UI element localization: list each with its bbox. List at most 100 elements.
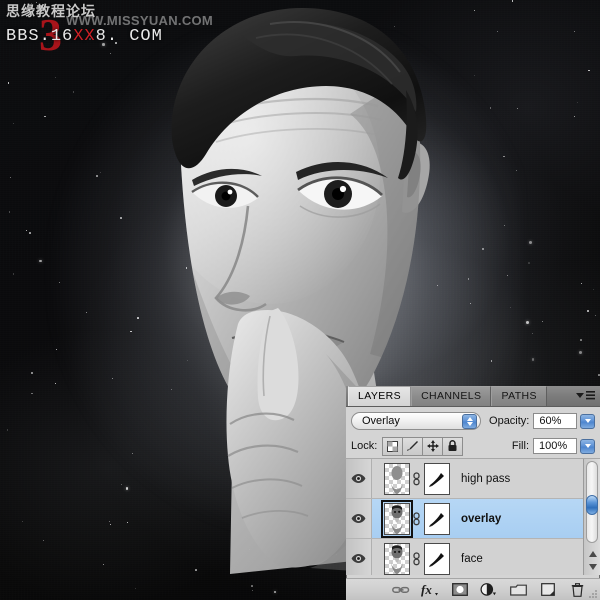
- tab-layers[interactable]: LAYERS: [348, 386, 412, 406]
- layer-thumbnail-face[interactable]: [384, 542, 410, 575]
- fill-input[interactable]: 100%: [533, 438, 577, 454]
- star: [595, 315, 597, 317]
- lock-transparent-pixels-icon[interactable]: [383, 437, 404, 455]
- star: [7, 429, 9, 431]
- star: [579, 350, 583, 354]
- star: [42, 539, 45, 541]
- star: [580, 282, 582, 284]
- new-fill-adjustment-layer-button[interactable]: [479, 581, 499, 599]
- layer-name-high-pass[interactable]: high pass: [461, 473, 510, 485]
- star: [587, 310, 590, 312]
- layer-style-button[interactable]: fx: [420, 581, 440, 599]
- link-layers-button[interactable]: [391, 581, 411, 599]
- lock-button-group: [382, 436, 464, 456]
- star: [497, 30, 498, 32]
- star: [531, 332, 534, 335]
- layer-visibility-toggle-high-pass[interactable]: [346, 459, 372, 498]
- star: [30, 372, 33, 375]
- star: [531, 358, 535, 361]
- panel-resize-grip[interactable]: [588, 589, 598, 599]
- layers-vertical-scrollbar[interactable]: [583, 459, 600, 575]
- layer-thumbnail-overlay[interactable]: [381, 499, 413, 538]
- photoshop-document-canvas: 思缘教程论坛 WWW.MISSYUAN.COM 3 BBS.16XX8. COM…: [0, 0, 600, 600]
- star: [542, 321, 544, 323]
- tab-paths[interactable]: PATHS: [491, 386, 547, 406]
- layer-mask-thumbnail-face[interactable]: [424, 542, 450, 575]
- star: [525, 320, 530, 324]
- panel-tab-bar: LAYERS CHANNELS PATHS: [346, 386, 600, 407]
- layer-mask-thumbnail-overlay[interactable]: [424, 502, 450, 535]
- layer-name-overlay[interactable]: overlay: [461, 513, 501, 525]
- star: [44, 115, 46, 118]
- layer-link-icon-high-pass[interactable]: [410, 471, 422, 486]
- tab-channels[interactable]: CHANNELS: [411, 386, 492, 406]
- fill-dropdown-button[interactable]: [580, 438, 595, 454]
- eye-icon: [351, 514, 366, 523]
- star: [135, 587, 137, 589]
- star: [31, 392, 33, 395]
- scroll-down-arrow-icon[interactable]: [587, 561, 598, 572]
- star: [25, 229, 28, 231]
- lock-position-icon[interactable]: [423, 437, 444, 455]
- star: [573, 116, 575, 118]
- layer-link-icon-face[interactable]: [410, 551, 422, 566]
- star: [511, 0, 514, 2]
- star: [9, 177, 11, 179]
- lock-image-pixels-icon[interactable]: [403, 437, 424, 455]
- star: [22, 521, 24, 523]
- blend-mode-stepper[interactable]: [462, 414, 478, 429]
- star: [592, 289, 594, 291]
- star: [580, 339, 582, 341]
- eye-icon: [351, 554, 366, 563]
- star: [529, 241, 532, 245]
- star: [577, 101, 579, 103]
- star: [36, 1, 38, 3]
- opacity-label: Opacity:: [489, 415, 530, 427]
- star: [598, 374, 600, 376]
- layers-panel: LAYERS CHANNELS PATHS Overlay Opacity: 6…: [346, 386, 600, 600]
- new-group-button[interactable]: [508, 581, 528, 599]
- layer-link-icon-overlay[interactable]: [410, 511, 422, 526]
- layers-list: high pass overlay face: [346, 459, 600, 575]
- layer-thumbnail-high-pass[interactable]: [384, 462, 410, 495]
- star: [587, 69, 590, 72]
- lock-all-icon[interactable]: [443, 437, 463, 455]
- table-row[interactable]: high pass: [346, 459, 600, 499]
- star: [103, 563, 105, 565]
- lock-fill-row: Lock: Fill: 100%: [346, 432, 600, 459]
- fill-control: Fill: 100%: [512, 438, 595, 454]
- star: [30, 2, 33, 5]
- star: [273, 590, 277, 594]
- star: [13, 122, 15, 124]
- delete-layer-button[interactable]: [567, 581, 587, 599]
- layer-visibility-toggle-face[interactable]: [346, 539, 372, 575]
- new-layer-button[interactable]: [538, 581, 558, 599]
- layer-name-face[interactable]: face: [461, 553, 483, 565]
- lock-label: Lock:: [351, 440, 378, 452]
- star: [39, 259, 43, 263]
- panel-menu-icon[interactable]: [574, 389, 596, 402]
- layer-mask-thumbnail-high-pass[interactable]: [424, 462, 450, 495]
- svg-text:fx: fx: [421, 583, 432, 597]
- fill-label: Fill:: [511, 440, 529, 452]
- eye-icon: [351, 474, 366, 483]
- blend-mode-select[interactable]: Overlay: [351, 412, 482, 430]
- add-layer-mask-button[interactable]: [450, 581, 470, 599]
- scrollbar-thumb[interactable]: [586, 495, 598, 515]
- blend-mode-value: Overlay: [362, 415, 400, 427]
- star: [528, 262, 530, 264]
- star: [573, 30, 575, 32]
- table-row[interactable]: overlay: [346, 499, 600, 539]
- scroll-up-arrow-icon[interactable]: [587, 548, 598, 559]
- star: [252, 590, 254, 591]
- layer-visibility-toggle-overlay[interactable]: [346, 499, 372, 538]
- layers-panel-footer: fx: [346, 578, 600, 600]
- star: [251, 585, 253, 587]
- table-row[interactable]: face: [346, 539, 600, 575]
- star: [8, 211, 10, 213]
- blend-opacity-row: Overlay Opacity: 60%: [346, 407, 600, 432]
- opacity-dropdown-button[interactable]: [580, 413, 595, 429]
- star: [29, 232, 31, 235]
- opacity-input[interactable]: 60%: [533, 413, 578, 429]
- star: [8, 82, 10, 84]
